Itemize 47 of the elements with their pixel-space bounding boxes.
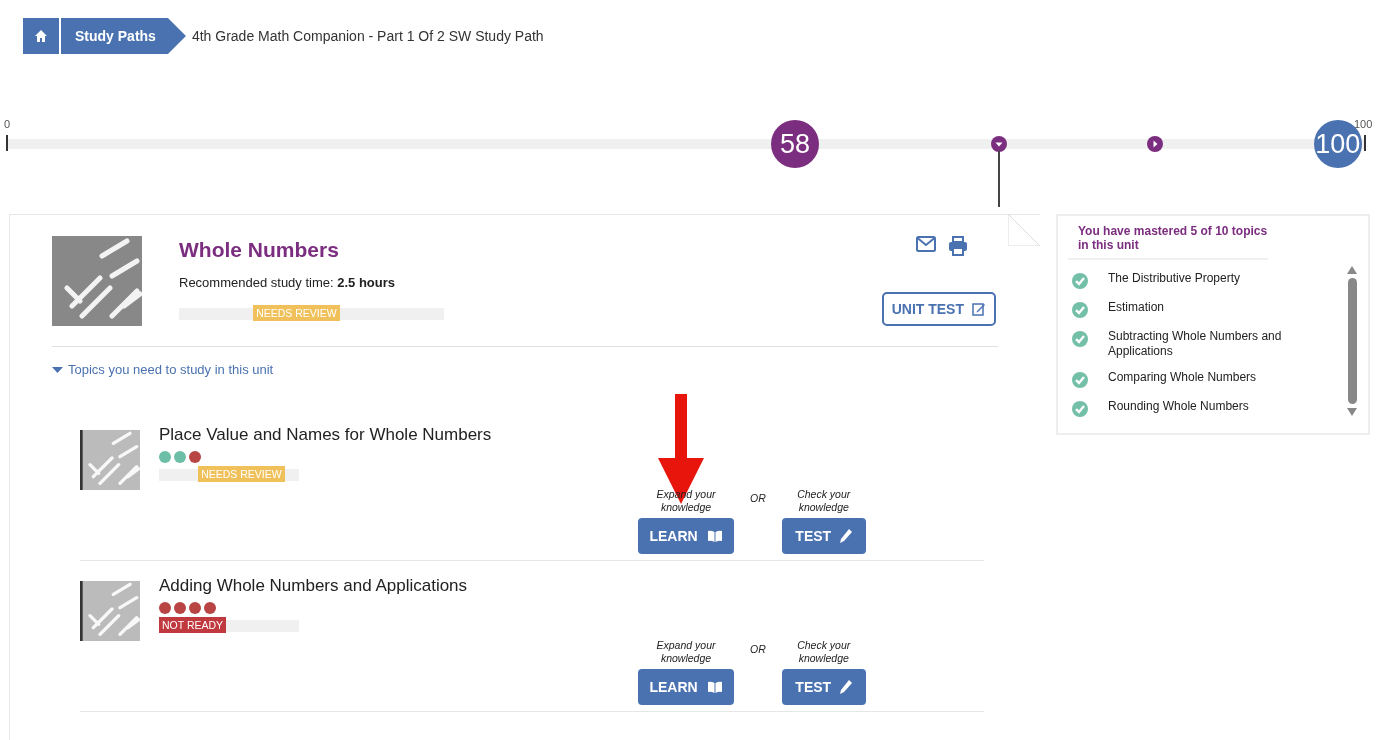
home-button[interactable] xyxy=(23,18,59,54)
book-icon xyxy=(706,681,723,693)
home-icon xyxy=(34,29,48,43)
scrollbar[interactable] xyxy=(1346,266,1358,416)
pencil-icon xyxy=(840,529,853,543)
scale-start-label: 0 xyxy=(4,118,11,130)
breadcrumb-current: 4th Grade Math Companion - Part 1 Of 2 SW Study Path xyxy=(191,28,544,44)
unit-title: Whole Numbers xyxy=(179,237,340,262)
mail-icon[interactable] xyxy=(916,236,936,252)
topic-title: Place Value and Names for Whole Numbers xyxy=(159,425,493,445)
scale-end-label: 100 xyxy=(1354,118,1373,130)
unit-test-button[interactable]: UNIT TEST xyxy=(881,292,996,326)
mastered-topic: Rounding Whole Numbers xyxy=(1108,399,1250,414)
status-badge: NOT READY xyxy=(159,617,227,633)
mastered-topic: The Distributive Property xyxy=(1108,271,1242,286)
status-badge: NEEDS REVIEW xyxy=(253,305,340,321)
learn-button[interactable]: LEARN xyxy=(638,518,734,554)
study-paths-link[interactable]: Study Paths xyxy=(61,18,186,54)
test-caption: Check your knowledge xyxy=(796,639,852,665)
book-icon xyxy=(706,530,723,542)
mastered-topic: Comparing Whole Numbers xyxy=(1108,370,1258,385)
scroll-up-icon[interactable] xyxy=(1347,266,1357,274)
or-label: OR xyxy=(750,492,766,504)
status-badge: NEEDS REVIEW xyxy=(198,466,285,482)
scroll-down-icon[interactable] xyxy=(1347,408,1357,416)
score-marker: 58 xyxy=(771,120,820,168)
math-thumbnail-icon xyxy=(80,430,140,490)
pencil-icon xyxy=(840,680,853,694)
test-button[interactable]: TEST xyxy=(781,669,866,705)
math-thumbnail-icon xyxy=(80,581,140,641)
play-marker-icon[interactable] xyxy=(1146,136,1163,152)
caret-down-marker-icon[interactable] xyxy=(990,136,1007,152)
study-time: Recommended study time: 2.5 hours xyxy=(179,275,397,290)
mastered-topic: Estimation xyxy=(1108,300,1166,315)
test-button[interactable]: TEST xyxy=(781,518,866,554)
math-thumbnail-icon xyxy=(52,236,142,326)
or-label: OR xyxy=(750,643,766,655)
print-icon[interactable] xyxy=(948,236,968,256)
learn-caption: Expand your knowledge xyxy=(655,639,717,665)
topics-toggle[interactable]: Topics you need to study in this unit xyxy=(52,362,274,377)
mastery-heading: You have mastered 5 of 10 topics in this unit xyxy=(1068,224,1268,260)
mastered-topic: Subtracting Whole Numbers and Applications xyxy=(1108,329,1283,359)
caret-icon xyxy=(52,365,63,374)
test-caption: Check your knowledge xyxy=(796,488,852,514)
edit-icon xyxy=(972,302,986,316)
topic-title: Adding Whole Numbers and Applications xyxy=(159,576,469,596)
learn-button[interactable]: LEARN xyxy=(638,669,734,705)
